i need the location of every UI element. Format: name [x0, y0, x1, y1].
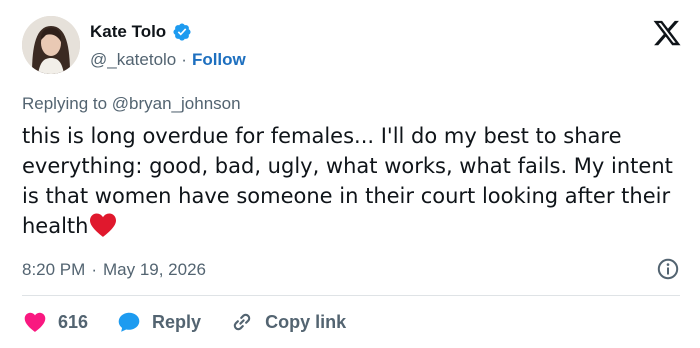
meta-separator: ·	[91, 260, 97, 279]
like-button[interactable]: 616	[22, 309, 88, 335]
link-icon	[233, 313, 251, 331]
reply-bubble-icon	[118, 312, 140, 332]
author-name-row: Kate Tolo	[90, 22, 192, 42]
tweet-header: Kate Tolo @_katetolo · Follow	[22, 16, 682, 80]
action-bar: 616 Reply Copy link	[22, 308, 374, 336]
x-logo-icon[interactable]	[652, 18, 682, 48]
avatar-image	[22, 16, 80, 74]
separator: ·	[181, 50, 187, 69]
tweet-meta: 8:20 PM · May 19, 2026	[22, 257, 680, 283]
author-handle-row: @_katetolo · Follow	[90, 50, 246, 70]
red-heart-emoji	[90, 213, 117, 237]
like-count: 616	[58, 311, 89, 332]
author-handle[interactable]: @_katetolo	[90, 50, 176, 70]
verified-badge-icon	[173, 23, 191, 41]
heart-icon	[24, 312, 46, 332]
copy-link-label: Copy link	[265, 311, 347, 332]
author-display-name[interactable]: Kate Tolo	[90, 22, 166, 42]
info-icon[interactable]	[656, 257, 680, 281]
tweet-body: this is long overdue for females... I'll…	[22, 124, 673, 238]
tweet-date[interactable]: May 19, 2026	[103, 260, 206, 280]
tweet-text: this is long overdue for females... I'll…	[22, 121, 682, 241]
follow-button[interactable]: Follow	[192, 50, 246, 70]
copy-link-button[interactable]: Copy link	[229, 309, 346, 335]
tweet-time[interactable]: 8:20 PM	[22, 260, 85, 280]
divider	[22, 295, 680, 296]
reply-label: Reply	[152, 311, 202, 332]
replying-to[interactable]: Replying to @bryan_johnson	[22, 94, 241, 114]
reply-button[interactable]: Reply	[116, 309, 201, 335]
avatar[interactable]	[22, 16, 80, 74]
